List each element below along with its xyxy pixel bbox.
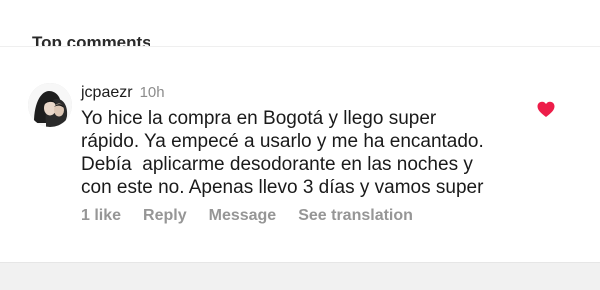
section-header-label: Top comments (32, 33, 150, 46)
comment-line: Yo hice la compra en Bogotá y llego supe… (81, 108, 437, 129)
divider (0, 46, 600, 47)
comment: jcpaezr 10h Yo hice la compra en Bogotá … (81, 84, 531, 199)
timestamp: 10h (139, 84, 165, 101)
comment-meta: jcpaezr 10h (81, 84, 531, 106)
heart-icon[interactable] (537, 101, 555, 118)
avatar-photo (28, 83, 72, 127)
comment-actions: 1 like Reply Message See translation (81, 207, 435, 225)
comment-text: Yo hice la compra en Bogotá y llego supe… (81, 107, 531, 199)
reply-button[interactable]: Reply (143, 207, 187, 225)
comment-card: Top comments jcpaezr 10h Yo hice la comp… (0, 0, 600, 263)
like-count[interactable]: 1 like (81, 207, 121, 225)
comment-line: rápido. Ya empecé a usarlo y me ha encan… (81, 131, 484, 152)
comment-line: con este no. Apenas llevo 3 días y vamos… (81, 177, 484, 198)
message-button[interactable]: Message (209, 207, 277, 225)
username[interactable]: jcpaezr (81, 84, 133, 102)
comment-line: Debía aplicarme desodorante en las noche… (81, 154, 473, 175)
avatar[interactable] (28, 83, 72, 127)
see-translation-button[interactable]: See translation (298, 207, 413, 225)
section-header: Top comments (30, 0, 150, 46)
